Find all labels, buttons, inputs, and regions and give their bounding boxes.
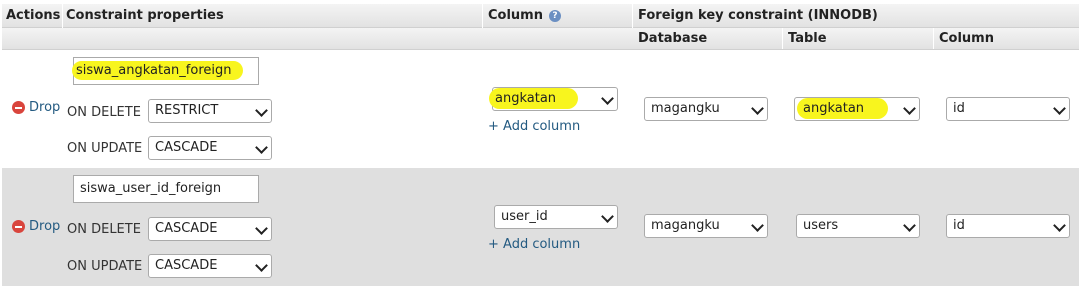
chevron-down-icon <box>903 219 916 232</box>
foreign-key-table: Actions Constraint properties Column? Fo… <box>0 0 1079 290</box>
constraint-name-input[interactable]: siswa_angkatan_foreign <box>72 57 259 85</box>
on-delete-label: ON DELETE <box>67 105 141 120</box>
highlight-mark: siswa_angkatan_foreign <box>72 61 244 80</box>
on-update-select[interactable]: CASCADE <box>148 136 272 160</box>
drop-label: Drop <box>29 219 61 234</box>
header-divider <box>933 28 934 49</box>
header-actions: Actions <box>6 8 61 23</box>
help-icon[interactable]: ? <box>548 9 561 22</box>
on-update-label: ON UPDATE <box>67 141 143 156</box>
drop-link[interactable]: Drop <box>12 100 60 115</box>
chevron-down-icon <box>903 102 916 115</box>
table-value: angkatan <box>803 101 865 116</box>
header-foreign-key: Foreign key constraint (INNODB) <box>638 8 878 23</box>
ref-column-value: id <box>953 101 965 116</box>
highlight-mark: angkatan <box>489 88 579 109</box>
on-update-select[interactable]: CASCADE <box>148 254 272 278</box>
header-ref-column: Column <box>939 31 994 46</box>
column-value: user_id <box>501 209 548 224</box>
database-select[interactable]: magangku <box>644 214 768 238</box>
header-divider <box>782 28 783 49</box>
column-select[interactable]: angkatan <box>489 87 618 111</box>
chevron-down-icon <box>255 259 268 272</box>
header-column-label: Column <box>488 8 543 23</box>
drop-icon <box>12 220 25 233</box>
ref-column-select[interactable]: id <box>946 214 1070 238</box>
chevron-down-icon <box>751 219 764 232</box>
database-select[interactable]: magangku <box>644 97 768 121</box>
on-delete-select[interactable]: CASCADE <box>148 217 272 241</box>
table-select[interactable]: angkatan <box>794 97 920 121</box>
on-delete-select[interactable]: RESTRICT <box>148 99 272 123</box>
column-value: angkatan <box>495 91 557 106</box>
constraint-name-value: siswa_user_id_foreign <box>80 181 222 196</box>
chevron-down-icon <box>1053 102 1066 115</box>
drop-link[interactable]: Drop <box>12 219 60 234</box>
header-row-top: Actions Constraint properties Column? Fo… <box>2 4 1079 28</box>
on-update-label: ON UPDATE <box>67 259 143 274</box>
database-value: magangku <box>651 101 720 116</box>
table-row: Drop siswa_user_id_foreign ON DELETE CAS… <box>2 168 1079 286</box>
header-column: Column? <box>488 8 561 23</box>
chevron-down-icon <box>1053 219 1066 232</box>
table-select[interactable]: users <box>796 214 920 238</box>
chevron-down-icon <box>751 102 764 115</box>
chevron-down-icon <box>255 222 268 235</box>
ref-column-value: id <box>953 218 965 233</box>
chevron-down-icon <box>601 92 614 105</box>
chevron-down-icon <box>255 104 268 117</box>
on-update-value: CASCADE <box>155 140 218 155</box>
drop-icon <box>12 101 25 114</box>
on-delete-value: CASCADE <box>155 221 218 236</box>
header-row-bottom: Database Table Column <box>2 28 1079 50</box>
constraint-name-value: siswa_angkatan_foreign <box>76 63 232 78</box>
add-column-link[interactable]: + Add column <box>488 119 580 134</box>
add-column-link[interactable]: + Add column <box>488 237 580 252</box>
chevron-down-icon <box>255 141 268 154</box>
header-database: Database <box>638 31 708 46</box>
table-value: users <box>803 218 839 233</box>
constraint-name-input[interactable]: siswa_user_id_foreign <box>73 175 259 203</box>
column-select[interactable]: user_id <box>494 205 618 229</box>
ref-column-select[interactable]: id <box>946 97 1070 121</box>
header-table: Table <box>788 31 827 46</box>
database-value: magangku <box>651 218 720 233</box>
chevron-down-icon <box>601 210 614 223</box>
on-update-value: CASCADE <box>155 258 218 273</box>
table-row: Drop siswa_angkatan_foreign ON DELETE RE… <box>2 50 1079 167</box>
header-constraint-properties: Constraint properties <box>66 8 224 23</box>
on-delete-label: ON DELETE <box>67 222 141 237</box>
drop-label: Drop <box>29 100 61 115</box>
on-delete-value: RESTRICT <box>155 103 219 118</box>
highlight-mark: angkatan <box>797 98 889 119</box>
